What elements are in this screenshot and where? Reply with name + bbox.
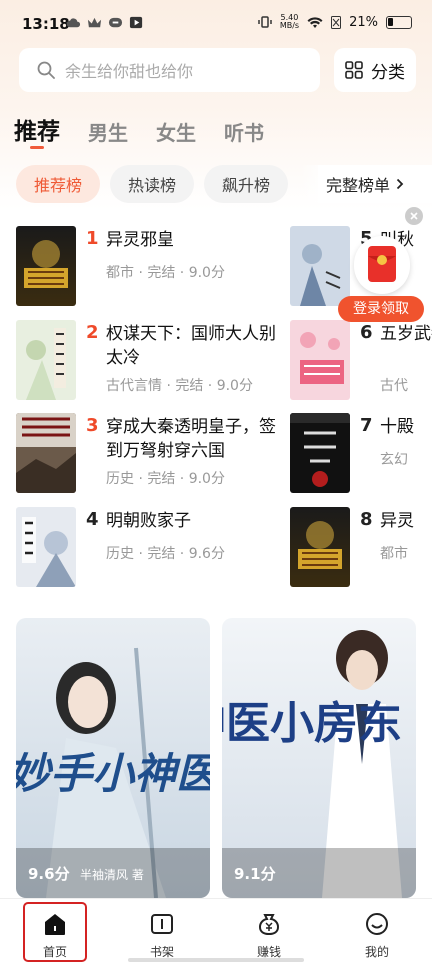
featured-book-card[interactable]: 神医小房东 9.1分 (222, 618, 416, 898)
book-score: 9.1分 (234, 865, 276, 883)
rank-item[interactable]: 6 五岁武都 古代 (290, 320, 432, 402)
book-cover (16, 413, 76, 493)
profile-icon (366, 913, 388, 935)
cover-title: 神医小房东 (222, 698, 402, 749)
speed-unit: MB/s (279, 21, 300, 30)
rank-number: 4 (86, 509, 99, 530)
rank-number: 2 (86, 322, 99, 343)
nav-profile[interactable]: 我的 (337, 899, 417, 964)
category-button[interactable]: 分类 (334, 48, 416, 92)
book-meta: 古代言情 · 完结 · 9.0分 (106, 378, 253, 394)
book-meta: 古代 (380, 378, 408, 394)
book-meta: 历史 · 完结 · 9.6分 (106, 546, 225, 562)
rank-number: 7 (360, 415, 373, 436)
nav-profile-label: 我的 (364, 945, 389, 959)
book-meta: 都市 · 完结 · 9.0分 (106, 265, 225, 281)
play-icon (129, 16, 143, 29)
book-cover (290, 507, 350, 587)
gesture-bar[interactable] (128, 958, 304, 962)
crown-icon (87, 17, 102, 28)
ranking-chips: 推荐榜 热读榜 飙升榜 (16, 165, 289, 203)
book-cover: 妙手小神医 (16, 618, 210, 898)
search-placeholder: 余生给你甜也给你 (65, 62, 194, 81)
main-tabs: 推荐 男生 女生 听书 (14, 112, 264, 146)
promo-label: 登录领取 (338, 296, 424, 322)
nav-bookshelf[interactable]: 书架 (122, 899, 202, 964)
bookshelf-icon (151, 914, 173, 934)
book-author: 半袖清风 著 (80, 868, 144, 882)
book-meta: 玄幻 (380, 452, 408, 468)
book-score: 9.6分 (28, 865, 70, 883)
chip-rising-list[interactable]: 飙升榜 (204, 165, 289, 203)
grid-icon (345, 61, 363, 79)
book-cover: 神医小房东 (222, 618, 416, 898)
network-speed: 5.40 MB/s (280, 14, 299, 30)
tab-female[interactable]: 女生 (156, 117, 196, 146)
rank-number: 8 (360, 509, 373, 530)
book-title: 十殿 (380, 417, 414, 437)
rank-number: 1 (86, 228, 99, 249)
status-right: 5.40 MB/s 21% (258, 14, 412, 30)
cloud-icon (66, 18, 81, 28)
book-cover (16, 226, 76, 306)
money-bag-icon (258, 914, 280, 936)
cover-title: 妙手小神医 (16, 749, 210, 798)
close-icon (410, 212, 418, 220)
rank-item[interactable]: 8 异灵 都市 (290, 507, 432, 589)
featured-book-card[interactable]: 妙手小神医 9.6分 半袖清风 著 (16, 618, 210, 898)
book-title: 明朝败家子 (106, 511, 191, 531)
rank-item[interactable]: 7 十殿 玄幻 (290, 413, 432, 495)
book-title: 权谋天下：国师大人别太冷 (106, 324, 276, 368)
login-reward-promo[interactable]: 登录领取 (338, 236, 424, 326)
book-cover (16, 507, 76, 587)
category-label: 分类 (371, 62, 405, 83)
book-meta: 历史 · 完结 · 9.0分 (106, 471, 225, 487)
no-sim-icon (331, 15, 342, 29)
rank-number: 3 (86, 415, 99, 436)
chip-recommend-list[interactable]: 推荐榜 (16, 165, 101, 203)
search-icon (37, 61, 55, 79)
notification-icons (66, 16, 144, 29)
app-badge-icon (108, 17, 123, 28)
book-cover (290, 320, 350, 400)
wifi-icon (307, 16, 323, 28)
vibrate-icon (258, 16, 272, 28)
book-cover (290, 413, 350, 493)
full-list-label: 完整榜单 (326, 176, 391, 195)
nav-earn[interactable]: 赚钱 (229, 899, 309, 964)
promo-close-button[interactable] (405, 207, 423, 225)
battery-percent: 21% (349, 14, 378, 30)
home-highlight-frame (23, 902, 87, 962)
status-time: 13:18 (22, 15, 70, 33)
tab-recommend[interactable]: 推荐 (14, 112, 60, 146)
status-bar: 13:18 5.40 MB/s 21% (0, 0, 432, 46)
tab-male[interactable]: 男生 (88, 117, 128, 146)
book-title: 异灵 (380, 511, 414, 531)
active-tab-indicator (30, 146, 44, 149)
full-list-button[interactable]: 完整榜单 (318, 165, 432, 203)
chip-hot-list[interactable]: 热读榜 (110, 165, 195, 203)
tab-audiobook[interactable]: 听书 (224, 117, 264, 146)
red-envelope-icon (354, 236, 410, 294)
search-bar[interactable]: 余生给你甜也给你 (19, 48, 320, 92)
book-title: 穿成大秦透明皇子，签到万弩射穿六国 (106, 417, 276, 461)
chevron-right-icon (396, 178, 404, 190)
battery-icon (386, 15, 412, 29)
book-title: 异灵邪皇 (106, 230, 174, 250)
book-cover (16, 320, 76, 400)
book-meta: 都市 (380, 546, 408, 562)
